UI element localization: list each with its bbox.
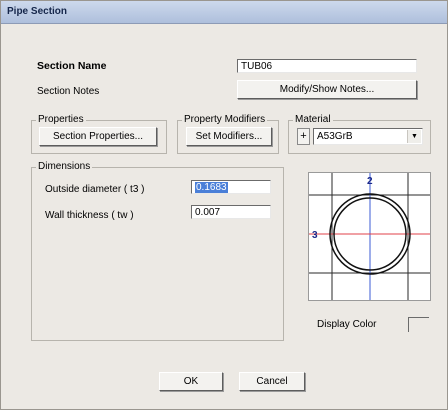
window-title: Pipe Section <box>7 6 68 17</box>
pipe-section-drawing: 2 3 <box>309 173 430 300</box>
material-select[interactable]: A53GrB ▼ <box>313 128 423 145</box>
modify-show-notes-button[interactable]: Modify/Show Notes... <box>237 80 417 99</box>
material-select-value: A53GrB <box>317 131 353 142</box>
section-preview: 2 3 <box>308 172 431 301</box>
section-name-input[interactable]: TUB06 <box>237 59 417 73</box>
properties-group-title: Properties <box>36 114 86 125</box>
section-name-label: Section Name <box>37 60 107 72</box>
outside-diameter-value: 0.1683 <box>195 182 228 193</box>
display-color-swatch[interactable] <box>408 317 429 332</box>
section-properties-button[interactable]: Section Properties... <box>39 127 157 146</box>
cancel-button[interactable]: Cancel <box>239 372 305 391</box>
wall-thickness-input[interactable]: 0.007 <box>191 205 271 219</box>
display-color-label: Display Color <box>317 319 377 330</box>
ok-button[interactable]: OK <box>159 372 223 391</box>
dimensions-group-title: Dimensions <box>36 161 93 172</box>
outside-diameter-label: Outside diameter ( t3 ) <box>45 184 145 195</box>
set-modifiers-button[interactable]: Set Modifiers... <box>186 127 272 146</box>
pipe-section-dialog: Pipe Section Section Name TUB06 Section … <box>0 0 448 410</box>
outside-diameter-input[interactable]: 0.1683 <box>191 180 271 194</box>
axis-3-label: 3 <box>312 230 318 241</box>
add-material-button[interactable]: + <box>297 128 310 145</box>
axis-2-label: 2 <box>367 176 373 187</box>
title-bar[interactable]: Pipe Section <box>1 1 447 24</box>
wall-thickness-label: Wall thickness ( tw ) <box>45 210 134 221</box>
material-group-title: Material <box>293 114 333 125</box>
section-notes-label: Section Notes <box>37 86 100 97</box>
property-modifiers-group-title: Property Modifiers <box>182 114 268 125</box>
chevron-down-icon[interactable]: ▼ <box>407 130 421 143</box>
